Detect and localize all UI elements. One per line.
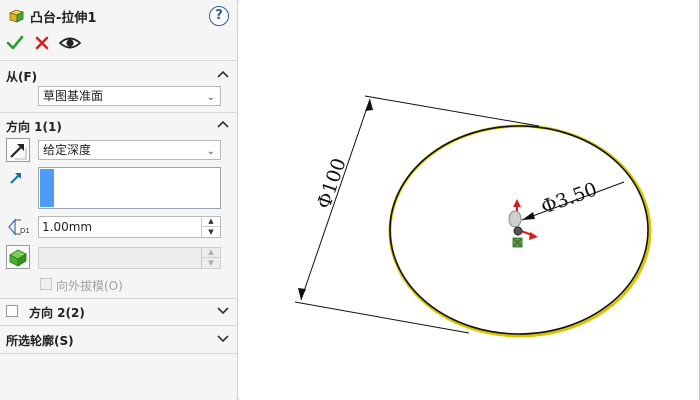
ok-check-button[interactable] [6,34,24,52]
chevron-up-icon[interactable] [216,69,230,79]
direction-vector-icon [10,173,21,184]
draft-outward-label: 向外拔模(O) [56,279,123,293]
spin-down-icon[interactable]: ▼ [202,226,220,236]
origin-triad-icon [508,199,538,248]
leader-arrow [522,212,535,220]
active-selection-indicator [40,169,54,207]
depth-dimension-icon: D1 [8,218,30,236]
divider [0,353,237,354]
feature-title: 凸台-拉伸1 [30,11,97,26]
spin-up-icon[interactable]: ▲ [202,216,220,226]
draft-outward-checkbox [40,278,52,290]
spin-down-icon: ▼ [202,257,220,267]
from-group-title[interactable]: 从(F) [6,68,37,85]
chevron-down-icon: ⌄ [206,146,215,157]
direction1-group-title[interactable]: 方向 1(1) [6,118,62,135]
extension-line [364,95,540,127]
direction-reference-selection-box[interactable] [38,167,221,209]
chevron-down-icon[interactable] [216,305,230,315]
depth-spinner[interactable]: ▲ ▼ [201,216,220,238]
chevron-down-icon: ⌄ [206,92,215,103]
selected-contours-group-title[interactable]: 所选轮廓(S) [6,332,74,349]
chevron-down-icon[interactable] [216,333,230,343]
panel-header: 凸台-拉伸1 ? [0,0,238,30]
diameter-dimension-small[interactable]: Φ3.50 [538,178,600,218]
help-button[interactable]: ? [209,6,229,26]
direction2-checkbox[interactable] [6,305,18,317]
end-condition-dropdown[interactable]: 给定深度 ⌄ [38,140,221,160]
preview-eye-button[interactable] [59,34,81,52]
spin-up-icon: ▲ [208,248,214,256]
divider [0,298,237,299]
property-manager-panel: 凸台-拉伸1 ? 从(F) 草图基准面 ⌄ 方向 1(1) 给定深度 ⌄ D1 … [0,0,238,400]
chevron-up-icon[interactable] [216,119,230,129]
draft-toggle-icon[interactable] [6,245,30,269]
divider [0,325,237,326]
depth-icon-label: D1 [20,227,30,235]
draft-angle-spinner: ▲ ▼ [201,247,220,269]
action-buttons [0,32,238,54]
draft-angle-input: ▲ ▼ [38,247,221,269]
depth-input[interactable]: 1.00mm ▲ ▼ [38,216,221,238]
cancel-x-button[interactable] [34,34,50,52]
depth-value: 1.00mm [42,220,93,234]
direction2-group-title[interactable]: 方向 2(2) [29,304,85,321]
sketch-canvas: Φ100 Φ3.50 [294,95,652,338]
graphics-area[interactable]: Φ100 Φ3.50 [239,0,699,400]
start-condition-value: 草图基准面 [43,89,104,103]
start-condition-dropdown[interactable]: 草图基准面 ⌄ [38,86,221,106]
extrude-feature-icon [8,9,25,23]
reverse-direction-icon[interactable] [6,138,30,162]
diameter-dimension-large[interactable]: Φ100 [313,155,351,211]
divider [0,60,237,61]
end-condition-value: 给定深度 [43,143,92,157]
divider [0,112,237,113]
extension-line [294,301,470,334]
